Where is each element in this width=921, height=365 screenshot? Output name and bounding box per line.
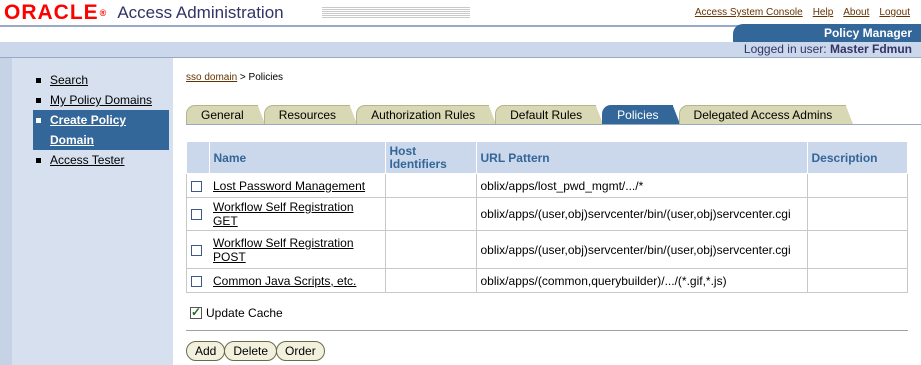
about-link[interactable]: About xyxy=(843,7,869,18)
breadcrumb: sso domain > Policies xyxy=(186,72,283,83)
policy-name-link[interactable]: Workflow Self Registration POST xyxy=(213,236,354,264)
sidebar-item-label[interactable]: Access Tester xyxy=(50,153,124,167)
policy-name-link[interactable]: Workflow Self Registration GET xyxy=(213,200,354,228)
sidebar-item-access-tester[interactable]: Access Tester xyxy=(33,150,169,170)
delete-button[interactable]: Delete xyxy=(224,341,278,361)
row-checkbox[interactable] xyxy=(191,244,202,256)
policies-table: Name Host Identifiers URL Pattern Descri… xyxy=(186,141,908,293)
tab-policies[interactable]: Policies xyxy=(602,105,680,124)
policy-name-cell: Workflow Self Registration GET xyxy=(209,197,386,231)
logged-in-user: Master Fdmun xyxy=(829,42,912,56)
host-cell xyxy=(384,230,477,269)
divider xyxy=(186,330,908,331)
url-column-header: URL Pattern xyxy=(475,141,808,174)
description-cell xyxy=(806,230,908,269)
tab-divider xyxy=(186,124,921,125)
host-column-header: Host Identifiers xyxy=(384,141,477,174)
policy-manager-tab[interactable]: Policy Manager xyxy=(733,24,921,42)
app-title: Access Administration xyxy=(117,3,284,22)
description-cell xyxy=(806,197,908,231)
access-system-console-link[interactable]: Access System Console xyxy=(695,7,803,18)
host-cell xyxy=(384,173,477,198)
tab-general[interactable]: General xyxy=(186,105,265,124)
policy-name-link[interactable]: Common Java Scripts, etc. xyxy=(213,274,356,288)
bullet-icon xyxy=(36,118,41,123)
row-checkbox[interactable] xyxy=(191,209,202,221)
sidebar-nav: Search My Policy Domains Create Policy D… xyxy=(33,70,169,170)
update-cache-label: Update Cache xyxy=(206,306,283,320)
table-row: Workflow Self Registration GET oblix/app… xyxy=(186,197,908,231)
table-header-row: Name Host Identifiers URL Pattern Descri… xyxy=(186,141,908,174)
user-bar: Logged in user: Master Fdmun xyxy=(0,42,921,58)
tab-resources[interactable]: Resources xyxy=(263,105,358,124)
app-header: ORACLE® Access Administration Access Sys… xyxy=(0,0,921,58)
policy-name-cell: Lost Password Management xyxy=(209,173,386,198)
sidebar-item-my-policy-domains[interactable]: My Policy Domains xyxy=(33,90,169,110)
sidebar: Search My Policy Domains Create Policy D… xyxy=(0,58,176,365)
logged-in-label: Logged in user: xyxy=(743,42,827,56)
help-link[interactable]: Help xyxy=(813,7,834,18)
host-cell xyxy=(384,268,477,293)
global-links: Access System Console Help About Logout xyxy=(695,7,910,18)
row-checkbox[interactable] xyxy=(191,180,202,192)
select-column-header xyxy=(186,141,210,174)
url-cell: oblix/apps/lost_pwd_mgmt/.../* xyxy=(475,173,808,198)
bullet-icon xyxy=(36,158,41,163)
name-column-header: Name xyxy=(208,141,386,174)
action-buttons: Add Delete Order xyxy=(186,341,325,361)
breadcrumb-sso-domain[interactable]: sso domain xyxy=(186,72,237,83)
table-row: Workflow Self Registration POST oblix/ap… xyxy=(186,230,908,269)
host-cell xyxy=(384,197,477,231)
main-content: sso domain > Policies General Resources … xyxy=(186,58,921,365)
sidebar-item-label[interactable]: My Policy Domains xyxy=(50,93,152,107)
add-button[interactable]: Add xyxy=(186,341,226,361)
bullet-icon xyxy=(36,78,41,83)
tab-authorization-rules[interactable]: Authorization Rules xyxy=(356,105,497,124)
description-column-header: Description xyxy=(806,141,908,174)
row-select-cell xyxy=(186,173,209,198)
url-cell: oblix/apps/(user,obj)servcenter/bin/(use… xyxy=(475,230,808,269)
update-cache-checkbox[interactable]: ✓ xyxy=(190,305,202,319)
policy-name-link[interactable]: Lost Password Management xyxy=(213,179,365,193)
sidebar-item-search[interactable]: Search xyxy=(33,70,169,90)
order-button[interactable]: Order xyxy=(276,341,325,361)
row-select-cell xyxy=(186,268,209,293)
table-row: Lost Password Management oblix/apps/lost… xyxy=(186,173,908,198)
logout-link[interactable]: Logout xyxy=(879,7,910,18)
breadcrumb-separator: > xyxy=(239,72,246,83)
description-cell xyxy=(806,268,908,293)
policy-name-cell: Workflow Self Registration POST xyxy=(209,230,386,269)
check-icon: ✓ xyxy=(191,305,202,319)
url-cell: oblix/apps/(user,obj)servcenter/bin/(use… xyxy=(475,197,808,231)
tab-delegated-access-admins[interactable]: Delegated Access Admins xyxy=(678,105,854,124)
table-row: Common Java Scripts, etc. oblix/apps/(co… xyxy=(186,268,908,293)
row-select-cell xyxy=(186,197,209,231)
sidebar-item-label[interactable]: Create Policy Domain xyxy=(50,113,126,147)
policy-name-cell: Common Java Scripts, etc. xyxy=(209,268,386,293)
breadcrumb-current: Policies xyxy=(248,72,284,83)
oracle-logo: ORACLE® xyxy=(4,1,108,24)
title-decoration xyxy=(322,7,470,19)
sidebar-item-label[interactable]: Search xyxy=(50,73,88,87)
description-cell xyxy=(806,173,908,198)
tab-default-rules[interactable]: Default Rules xyxy=(495,105,604,124)
row-select-cell xyxy=(186,230,209,269)
sidebar-panel: Search My Policy Domains Create Policy D… xyxy=(0,58,173,365)
brand: ORACLE® Access Administration xyxy=(4,2,284,24)
url-cell: oblix/apps/(common,querybuilder)/.../(*.… xyxy=(475,268,808,293)
update-cache-option[interactable]: ✓ Update Cache xyxy=(190,305,283,320)
tab-bar: General Resources Authorization Rules De… xyxy=(186,105,854,124)
sidebar-item-create-policy-domain[interactable]: Create Policy Domain xyxy=(33,110,169,150)
bullet-icon xyxy=(36,98,41,103)
row-checkbox[interactable] xyxy=(191,275,202,287)
